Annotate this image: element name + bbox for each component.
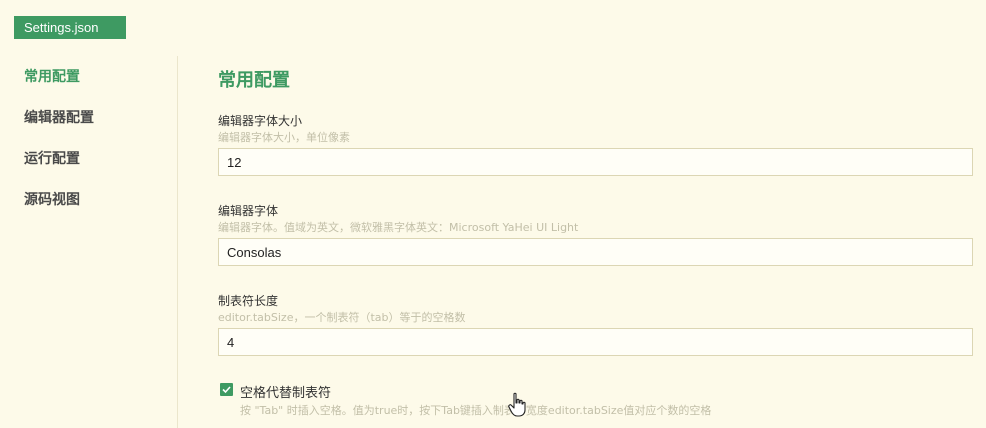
sidebar-item-common-config[interactable]: 常用配置: [24, 66, 80, 86]
field-label: 编辑器字体大小: [218, 114, 303, 128]
check-icon: [222, 386, 231, 394]
insert-spaces-checkbox[interactable]: [220, 383, 233, 396]
field-label: 编辑器字体: [218, 204, 279, 218]
tab-size-input[interactable]: [218, 328, 973, 356]
sidebar-divider: [177, 56, 178, 428]
field-font-size: 编辑器字体大小 编辑器字体大小，单位像素: [218, 112, 973, 176]
sidebar-item-run-config[interactable]: 运行配置: [24, 148, 80, 168]
sidebar-item-source-view[interactable]: 源码视图: [24, 189, 80, 209]
field-description: 编辑器字体。值域为英文，微软雅黑字体英文：Microsoft YaHei UI …: [218, 221, 579, 234]
settings-panel: 常用配置 编辑器字体大小 编辑器字体大小，单位像素 编辑器字体 编辑器字体。值域…: [218, 56, 974, 428]
field-label: 制表符长度: [218, 294, 279, 308]
font-size-input[interactable]: [218, 148, 973, 176]
field-font-family: 编辑器字体 编辑器字体。值域为英文，微软雅黑字体英文：Microsoft YaH…: [218, 202, 973, 266]
font-family-input[interactable]: [218, 238, 973, 266]
sidebar-item-editor-config[interactable]: 编辑器配置: [24, 107, 94, 127]
tab-bar: Settings.json: [0, 0, 986, 42]
field-tab-size: 制表符长度 editor.tabSize，一个制表符（tab）等于的空格数: [218, 292, 973, 356]
tab-settings-json[interactable]: Settings.json: [14, 16, 126, 39]
hand-pointer-icon: [508, 392, 526, 417]
field-description: 编辑器字体大小，单位像素: [218, 131, 350, 144]
checkbox-description: 按 "Tab" 时插入空格。值为true时，按下Tab键插入制表符宽度edito…: [240, 404, 712, 417]
checkbox-label: 空格代替制表符: [240, 386, 332, 401]
field-description: editor.tabSize，一个制表符（tab）等于的空格数: [218, 311, 466, 324]
sidebar: 常用配置 编辑器配置 运行配置 源码视图: [0, 50, 178, 428]
section-title: 常用配置: [218, 70, 290, 91]
